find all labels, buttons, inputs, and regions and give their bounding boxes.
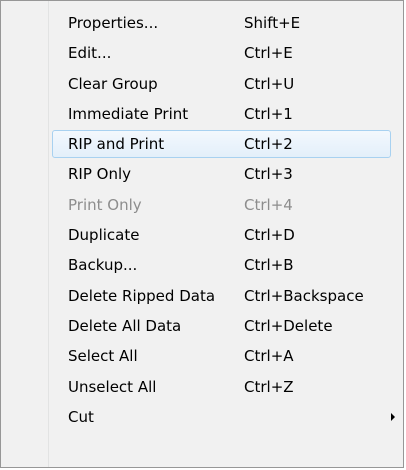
menu-items: Properties... Shift+E Edit... Ctrl+E Cle… bbox=[1, 8, 403, 432]
menu-item-properties[interactable]: Properties... Shift+E bbox=[1, 8, 403, 38]
menu-item-label: Edit... bbox=[68, 44, 112, 63]
menu-item-shortcut: Ctrl+4 bbox=[244, 195, 293, 214]
menu-item-label: Clear Group bbox=[68, 74, 158, 93]
menu-item-label: Print Only bbox=[68, 195, 142, 214]
menu-item-shortcut: Ctrl+D bbox=[244, 226, 295, 245]
context-menu: Properties... Shift+E Edit... Ctrl+E Cle… bbox=[0, 0, 404, 468]
menu-item-immediate-print[interactable]: Immediate Print Ctrl+1 bbox=[1, 99, 403, 129]
menu-item-shortcut: Ctrl+A bbox=[244, 347, 294, 366]
menu-item-edit[interactable]: Edit... Ctrl+E bbox=[1, 38, 403, 68]
menu-item-shortcut: Ctrl+1 bbox=[244, 104, 293, 123]
menu-item-shortcut: Ctrl+E bbox=[244, 44, 293, 63]
menu-item-label: Duplicate bbox=[68, 226, 140, 245]
menu-item-clear-group[interactable]: Clear Group Ctrl+U bbox=[1, 69, 403, 99]
menu-item-unselect-all[interactable]: Unselect All Ctrl+Z bbox=[1, 372, 403, 402]
submenu-arrow-icon bbox=[391, 412, 395, 421]
menu-item-shortcut: Shift+E bbox=[244, 14, 301, 32]
menu-item-label: Delete All Data bbox=[68, 316, 182, 335]
menu-item-shortcut: Ctrl+3 bbox=[244, 165, 293, 184]
menu-item-cut[interactable]: Cut bbox=[1, 402, 403, 432]
menu-item-label: RIP and Print bbox=[68, 135, 165, 154]
menu-item-delete-ripped-data[interactable]: Delete Ripped Data Ctrl+Backspace bbox=[1, 281, 403, 311]
menu-item-shortcut: Ctrl+Backspace bbox=[244, 286, 364, 305]
menu-item-rip-only[interactable]: RIP Only Ctrl+3 bbox=[1, 159, 403, 189]
menu-item-label: RIP Only bbox=[68, 165, 132, 184]
menu-item-select-all[interactable]: Select All Ctrl+A bbox=[1, 341, 403, 371]
menu-item-label: Properties... bbox=[68, 14, 159, 32]
menu-item-duplicate[interactable]: Duplicate Ctrl+D bbox=[1, 220, 403, 250]
menu-item-print-only: Print Only Ctrl+4 bbox=[1, 190, 403, 220]
menu-item-label: Backup... bbox=[68, 256, 138, 275]
menu-item-label: Select All bbox=[68, 347, 138, 366]
menu-item-label: Cut bbox=[68, 407, 94, 426]
menu-item-backup[interactable]: Backup... Ctrl+B bbox=[1, 250, 403, 280]
menu-item-label: Delete Ripped Data bbox=[68, 286, 216, 305]
menu-item-shortcut: Ctrl+U bbox=[244, 74, 295, 93]
menu-item-shortcut: Ctrl+Delete bbox=[244, 316, 333, 335]
menu-item-shortcut: Ctrl+Z bbox=[244, 377, 294, 396]
menu-item-rip-and-print[interactable]: RIP and Print Ctrl+2 bbox=[1, 129, 403, 159]
menu-item-shortcut: Ctrl+2 bbox=[244, 135, 293, 154]
menu-item-delete-all-data[interactable]: Delete All Data Ctrl+Delete bbox=[1, 311, 403, 341]
menu-item-label: Immediate Print bbox=[68, 104, 189, 123]
menu-item-label: Unselect All bbox=[68, 377, 157, 396]
menu-item-shortcut: Ctrl+B bbox=[244, 256, 294, 275]
